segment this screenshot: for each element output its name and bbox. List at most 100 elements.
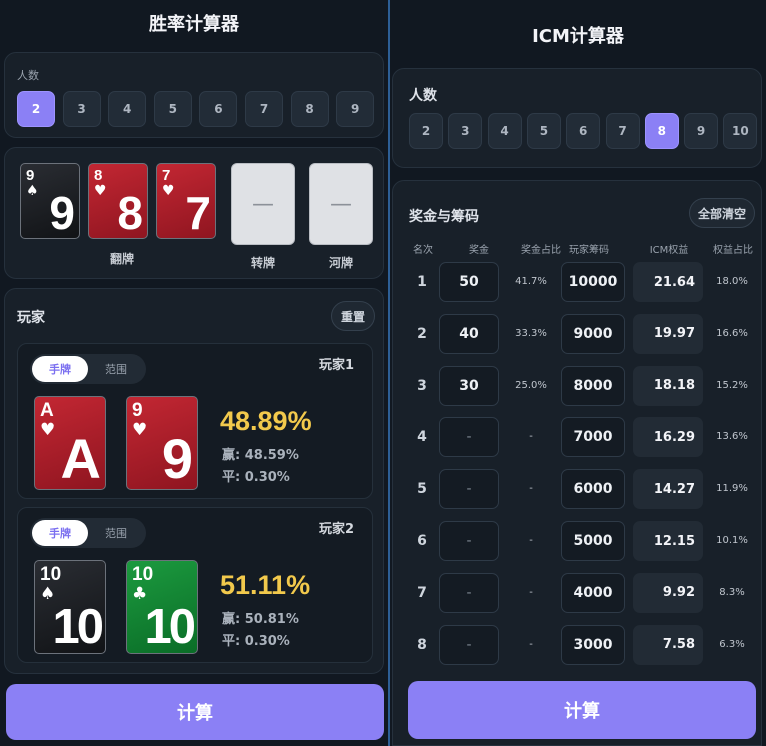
- icm-equity-percent: 16.6%: [716, 327, 748, 339]
- player-2-card-1[interactable]: 10 ♠ 10: [34, 560, 106, 654]
- prize-percent: 41.7%: [515, 276, 547, 287]
- clear-all-button[interactable]: 全部清空: [689, 198, 755, 228]
- prize-input[interactable]: 50: [439, 262, 499, 302]
- chips-input[interactable]: 3000: [561, 624, 625, 665]
- card-suit-icon: ♥: [94, 183, 107, 199]
- player-tie-rate: 平: 0.30%: [222, 470, 290, 485]
- card-rank: 10: [40, 564, 62, 585]
- card-rank-large: 10: [52, 600, 103, 654]
- turn-card-placeholder: —: [252, 191, 274, 217]
- chips-input[interactable]: 5000: [561, 521, 625, 561]
- equity-count-9[interactable]: 9: [336, 91, 375, 127]
- flop-card-1[interactable]: 9 ♠ 9: [20, 163, 80, 239]
- equity-calculate-button[interactable]: 计算: [6, 684, 384, 740]
- equity-count-3[interactable]: 3: [62, 91, 101, 127]
- prize-input[interactable]: 30: [439, 365, 499, 406]
- icm-count-7[interactable]: 7: [605, 113, 640, 149]
- icm-table-row: 7- -4000 9.92 8.3%: [393, 572, 763, 614]
- card-rank: 8: [94, 167, 103, 184]
- chips-input[interactable]: 9000: [561, 313, 625, 354]
- river-card-slot[interactable]: —: [309, 163, 373, 245]
- chips-input[interactable]: 7000: [561, 417, 625, 458]
- icm-count-4[interactable]: 4: [487, 113, 522, 149]
- card-rank-large: 10: [144, 600, 195, 654]
- prize-chips-card: 奖金与筹码 全部清空 名次 奖金 奖金占比 玩家筹码 ICM权益 权益占比 1 50 41.7…: [392, 180, 762, 746]
- player-panel-2: 手牌 范围 玩家2 10 ♠ 10 10 ♣ 10 51.11% 赢: 50.81% 平: 0.30%: [17, 507, 373, 663]
- player-tie-rate: 平: 0.30%: [222, 634, 290, 649]
- chips-input[interactable]: 10000: [561, 262, 625, 302]
- place-rank: 8: [417, 636, 427, 653]
- equity-count-8[interactable]: 8: [290, 91, 329, 127]
- icm-count-6[interactable]: 6: [566, 113, 601, 149]
- icm-header-5: 权益占比: [713, 245, 753, 256]
- icm-equity-percent: 10.1%: [716, 535, 748, 546]
- icm-count-5[interactable]: 5: [526, 113, 561, 149]
- equity-count-4[interactable]: 4: [108, 91, 147, 127]
- players-section-title: 玩家: [17, 310, 45, 326]
- hand-mode-tab[interactable]: 手牌: [32, 520, 88, 546]
- icm-equity-value: 18.18: [633, 365, 703, 406]
- hand-range-toggle: 手牌 范围: [30, 354, 146, 384]
- prize-percent: 25.0%: [515, 379, 547, 391]
- icm-equity-value: 12.15: [633, 521, 703, 561]
- player-equity-percent: 51.11%: [220, 570, 311, 600]
- range-mode-tab[interactable]: 范围: [90, 520, 142, 546]
- prize-input[interactable]: 40: [439, 313, 499, 354]
- prize-input[interactable]: -: [439, 521, 499, 561]
- reset-button[interactable]: 重置: [331, 301, 375, 331]
- icm-equity-percent: 11.9%: [716, 483, 748, 495]
- equity-calculator-title: 胜率计算器: [149, 14, 239, 35]
- equity-player-count-label: 人数: [17, 69, 39, 82]
- icm-equity-value: 9.92: [633, 572, 703, 613]
- card-rank: A: [40, 400, 54, 421]
- prize-input[interactable]: -: [439, 572, 499, 613]
- range-mode-tab[interactable]: 范围: [90, 356, 142, 382]
- flop-label: 翻牌: [109, 252, 134, 266]
- prize-percent: -: [529, 483, 533, 495]
- equity-count-2[interactable]: 2: [17, 91, 55, 127]
- chips-input[interactable]: 8000: [561, 365, 625, 406]
- player-2-card-2[interactable]: 10 ♣ 10: [126, 560, 198, 654]
- chips-input[interactable]: 6000: [561, 469, 625, 510]
- hand-range-toggle: 手牌 范围: [30, 518, 146, 548]
- icm-count-2[interactable]: 2: [409, 113, 443, 149]
- card-rank: 7: [162, 167, 171, 184]
- equity-count-5[interactable]: 5: [153, 91, 192, 127]
- player-1-card-1[interactable]: A ♥ A: [34, 396, 106, 490]
- prize-percent: 33.3%: [515, 327, 547, 339]
- chips-input[interactable]: 4000: [561, 572, 625, 613]
- flop-card-3[interactable]: 7 ♥ 7: [156, 163, 216, 239]
- icm-count-3[interactable]: 3: [448, 113, 483, 149]
- equity-count-7[interactable]: 7: [245, 91, 283, 127]
- prize-input[interactable]: -: [439, 469, 499, 510]
- icm-table-row: 2 40 33.3% 9000 19.97 16.6%: [393, 313, 763, 355]
- icm-equity-percent: 6.3%: [719, 638, 745, 650]
- icm-count-10[interactable]: 10: [723, 113, 758, 149]
- card-rank-large: 9: [161, 427, 193, 490]
- icm-count-8[interactable]: 8: [644, 113, 679, 149]
- card-rank: 9: [26, 167, 35, 184]
- prize-input[interactable]: -: [439, 624, 499, 665]
- flop-card-2[interactable]: 8 ♥ 8: [88, 163, 148, 239]
- card-rank-large: 9: [49, 187, 75, 239]
- prize-percent: -: [529, 638, 533, 650]
- hand-mode-tab[interactable]: 手牌: [32, 356, 88, 382]
- icm-calculate-button[interactable]: 计算: [408, 681, 756, 739]
- place-rank: 4: [417, 429, 427, 446]
- equity-calculator-panel: 胜率计算器 人数 23456789 9 ♠ 9 8 ♥ 8 7 ♥ 7 翻牌 — 转牌 — 河牌…: [0, 0, 388, 746]
- player-win-rate: 赢: 48.59%: [222, 448, 299, 463]
- player-equity-percent: 48.89%: [220, 406, 312, 436]
- prize-input[interactable]: -: [439, 417, 499, 458]
- river-label: 河牌: [328, 256, 353, 270]
- icm-table-row: 5- -6000 14.27 11.9%: [393, 468, 763, 510]
- turn-card-slot[interactable]: —: [231, 163, 295, 245]
- equity-count-6[interactable]: 6: [199, 91, 238, 127]
- icm-count-9[interactable]: 9: [684, 113, 719, 149]
- icm-table-row: 8- -3000 7.58 6.3%: [393, 624, 763, 666]
- card-suit-icon: ♥: [40, 420, 56, 440]
- player-panel-1: 手牌 范围 玩家1 A ♥ A 9 ♥ 9 48.89% 赢: 48.59% 平: 0.30%: [17, 343, 373, 499]
- card-suit-icon: ♥: [132, 420, 148, 440]
- player-1-card-2[interactable]: 9 ♥ 9: [126, 396, 198, 490]
- icm-player-count-label: 人数: [409, 88, 437, 104]
- icm-calculator-panel: ICM计算器 人数 2 3 4 5 6 7 8 9 10 奖金与筹码 全部清空 名次 奖金 奖金占比…: [390, 0, 766, 746]
